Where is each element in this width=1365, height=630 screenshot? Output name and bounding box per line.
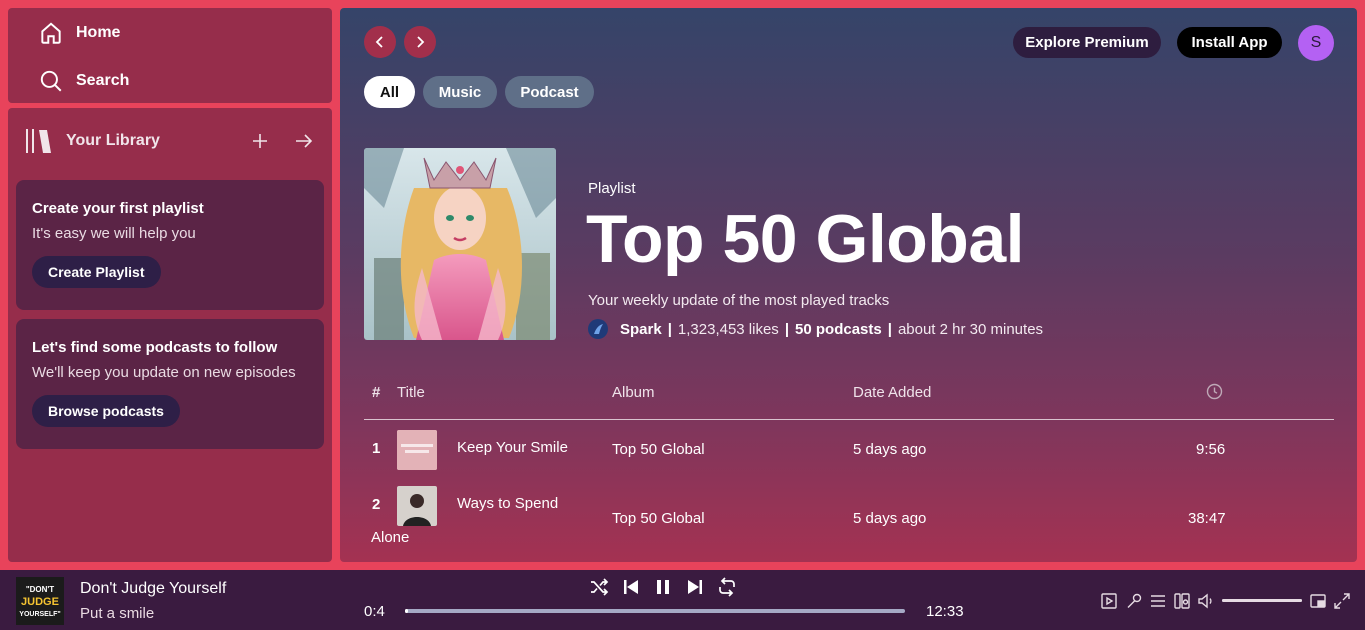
sidebar-nav: Home Search (8, 8, 332, 103)
library-header: Your Library (24, 126, 314, 156)
forward-button[interactable] (404, 26, 436, 58)
table-header: # Title Album Date Added (364, 382, 1334, 420)
library-button[interactable]: Your Library (24, 127, 160, 155)
home-icon (41, 22, 61, 44)
now-playing-art: "DON'T JUDGE YOURSELF" (16, 577, 64, 625)
art-text-2: JUDGE (21, 596, 59, 608)
library-title: Your Library (66, 132, 160, 149)
explore-premium-button[interactable]: Explore Premium (1013, 27, 1161, 58)
pause-icon[interactable] (653, 577, 673, 597)
art-text-3: YOURSELF" (19, 611, 60, 618)
card-title: Let's find some podcasts to follow (32, 339, 278, 356)
column-date-added[interactable]: Date Added (853, 384, 931, 401)
meta-separator: | (887, 320, 892, 338)
repeat-icon[interactable] (717, 577, 737, 597)
track-album[interactable]: Top 50 Global (612, 441, 705, 458)
column-title[interactable]: Title (397, 384, 425, 401)
create-playlist-card: Create your first playlist It's easy we … (16, 180, 324, 310)
item-count: 50 podcasts (795, 320, 882, 338)
previous-icon[interactable] (621, 577, 641, 597)
playlist-meta: Spark | 1,323,453 likes | 50 podcasts | … (588, 319, 1043, 339)
track-title-wrap[interactable]: Alone (371, 529, 409, 546)
likes-count: 1,323,453 likes (677, 320, 779, 338)
avatar[interactable]: S (1298, 25, 1334, 61)
page-title: Top 50 Global (586, 201, 1025, 277)
now-playing-artist[interactable]: Put a smile (80, 605, 154, 622)
track-album[interactable]: Top 50 Global (612, 510, 705, 527)
total-time: 12:33 (926, 603, 964, 620)
browse-podcasts-button[interactable]: Browse podcasts (32, 395, 180, 427)
owner-link[interactable]: Spark (620, 321, 662, 338)
library-panel: Your Library Create your first playlist … (8, 108, 332, 562)
playlist-duration: about 2 hr 30 minutes (897, 320, 1044, 338)
search-icon (40, 70, 62, 92)
sidebar-item-home[interactable]: Home (38, 20, 120, 46)
art-text-1: "DON'T (26, 585, 54, 594)
clock-icon (1206, 383, 1223, 400)
arrow-right-icon[interactable] (294, 131, 314, 151)
connect-device-icon[interactable] (1173, 592, 1191, 610)
next-icon[interactable] (685, 577, 705, 597)
install-app-button[interactable]: Install App (1177, 27, 1282, 58)
row-number: 1 (372, 440, 381, 457)
row-number: 2 (372, 496, 381, 513)
card-subtitle: We'll keep you update on new episodes (32, 364, 296, 381)
mini-player-icon[interactable] (1309, 592, 1327, 610)
sidebar-item-search[interactable]: Search (38, 68, 129, 94)
fullscreen-icon[interactable] (1333, 592, 1351, 610)
chevron-left-icon (375, 36, 383, 48)
volume-icon[interactable] (1197, 592, 1215, 610)
card-title: Create your first playlist (32, 200, 204, 217)
track-thumbnail (397, 430, 437, 470)
track-duration: 38:47 (1188, 510, 1226, 527)
owner-avatar (588, 319, 608, 339)
playlist-description: Your weekly update of the most played tr… (588, 292, 890, 309)
podcasts-card: Let's find some podcasts to follow We'll… (16, 319, 324, 449)
playlist-type: Playlist (588, 180, 636, 197)
playlist-cover (364, 148, 556, 340)
sidebar-item-label: Search (76, 72, 130, 89)
filter-all[interactable]: All (364, 76, 415, 108)
table-row[interactable]: 2 Ways to Spend Alone Top 50 Global 5 da… (364, 484, 1334, 556)
track-date-added: 5 days ago (853, 441, 927, 458)
column-album[interactable]: Album (612, 384, 655, 401)
volume-slider[interactable] (1222, 599, 1302, 602)
now-playing-title[interactable]: Don't Judge Yourself (80, 580, 226, 598)
player-bar: "DON'T JUDGE YOURSELF" Don't Judge Yours… (0, 570, 1365, 630)
chevron-right-icon (417, 36, 425, 48)
create-playlist-button[interactable]: Create Playlist (32, 256, 161, 288)
progress-bar[interactable] (405, 609, 905, 613)
filter-podcast[interactable]: Podcast (505, 76, 594, 108)
meta-separator: | (667, 320, 672, 338)
queue-icon[interactable] (1149, 592, 1167, 610)
plus-icon[interactable] (250, 131, 270, 151)
elapsed-time: 0:4 (364, 603, 385, 620)
card-subtitle: It's easy we will help you (32, 225, 196, 242)
filter-music[interactable]: Music (423, 76, 497, 108)
track-date-added: 5 days ago (853, 510, 927, 527)
column-number: # (372, 384, 381, 401)
track-title[interactable]: Keep Your Smile (457, 439, 568, 456)
track-duration: 9:56 (1196, 441, 1226, 458)
main-content: Explore Premium Install App S All Music … (340, 8, 1357, 562)
now-playing-view-icon[interactable] (1100, 592, 1118, 610)
meta-separator: | (784, 320, 790, 338)
lyrics-icon[interactable] (1125, 592, 1143, 610)
track-title[interactable]: Ways to Spend (457, 495, 558, 512)
table-row[interactable]: 1 Keep Your Smile Top 50 Global 5 days a… (364, 428, 1334, 476)
track-thumbnail (397, 486, 437, 526)
library-icon (26, 129, 51, 153)
back-button[interactable] (364, 26, 396, 58)
sidebar-item-label: Home (76, 24, 121, 41)
shuffle-icon[interactable] (589, 577, 609, 597)
